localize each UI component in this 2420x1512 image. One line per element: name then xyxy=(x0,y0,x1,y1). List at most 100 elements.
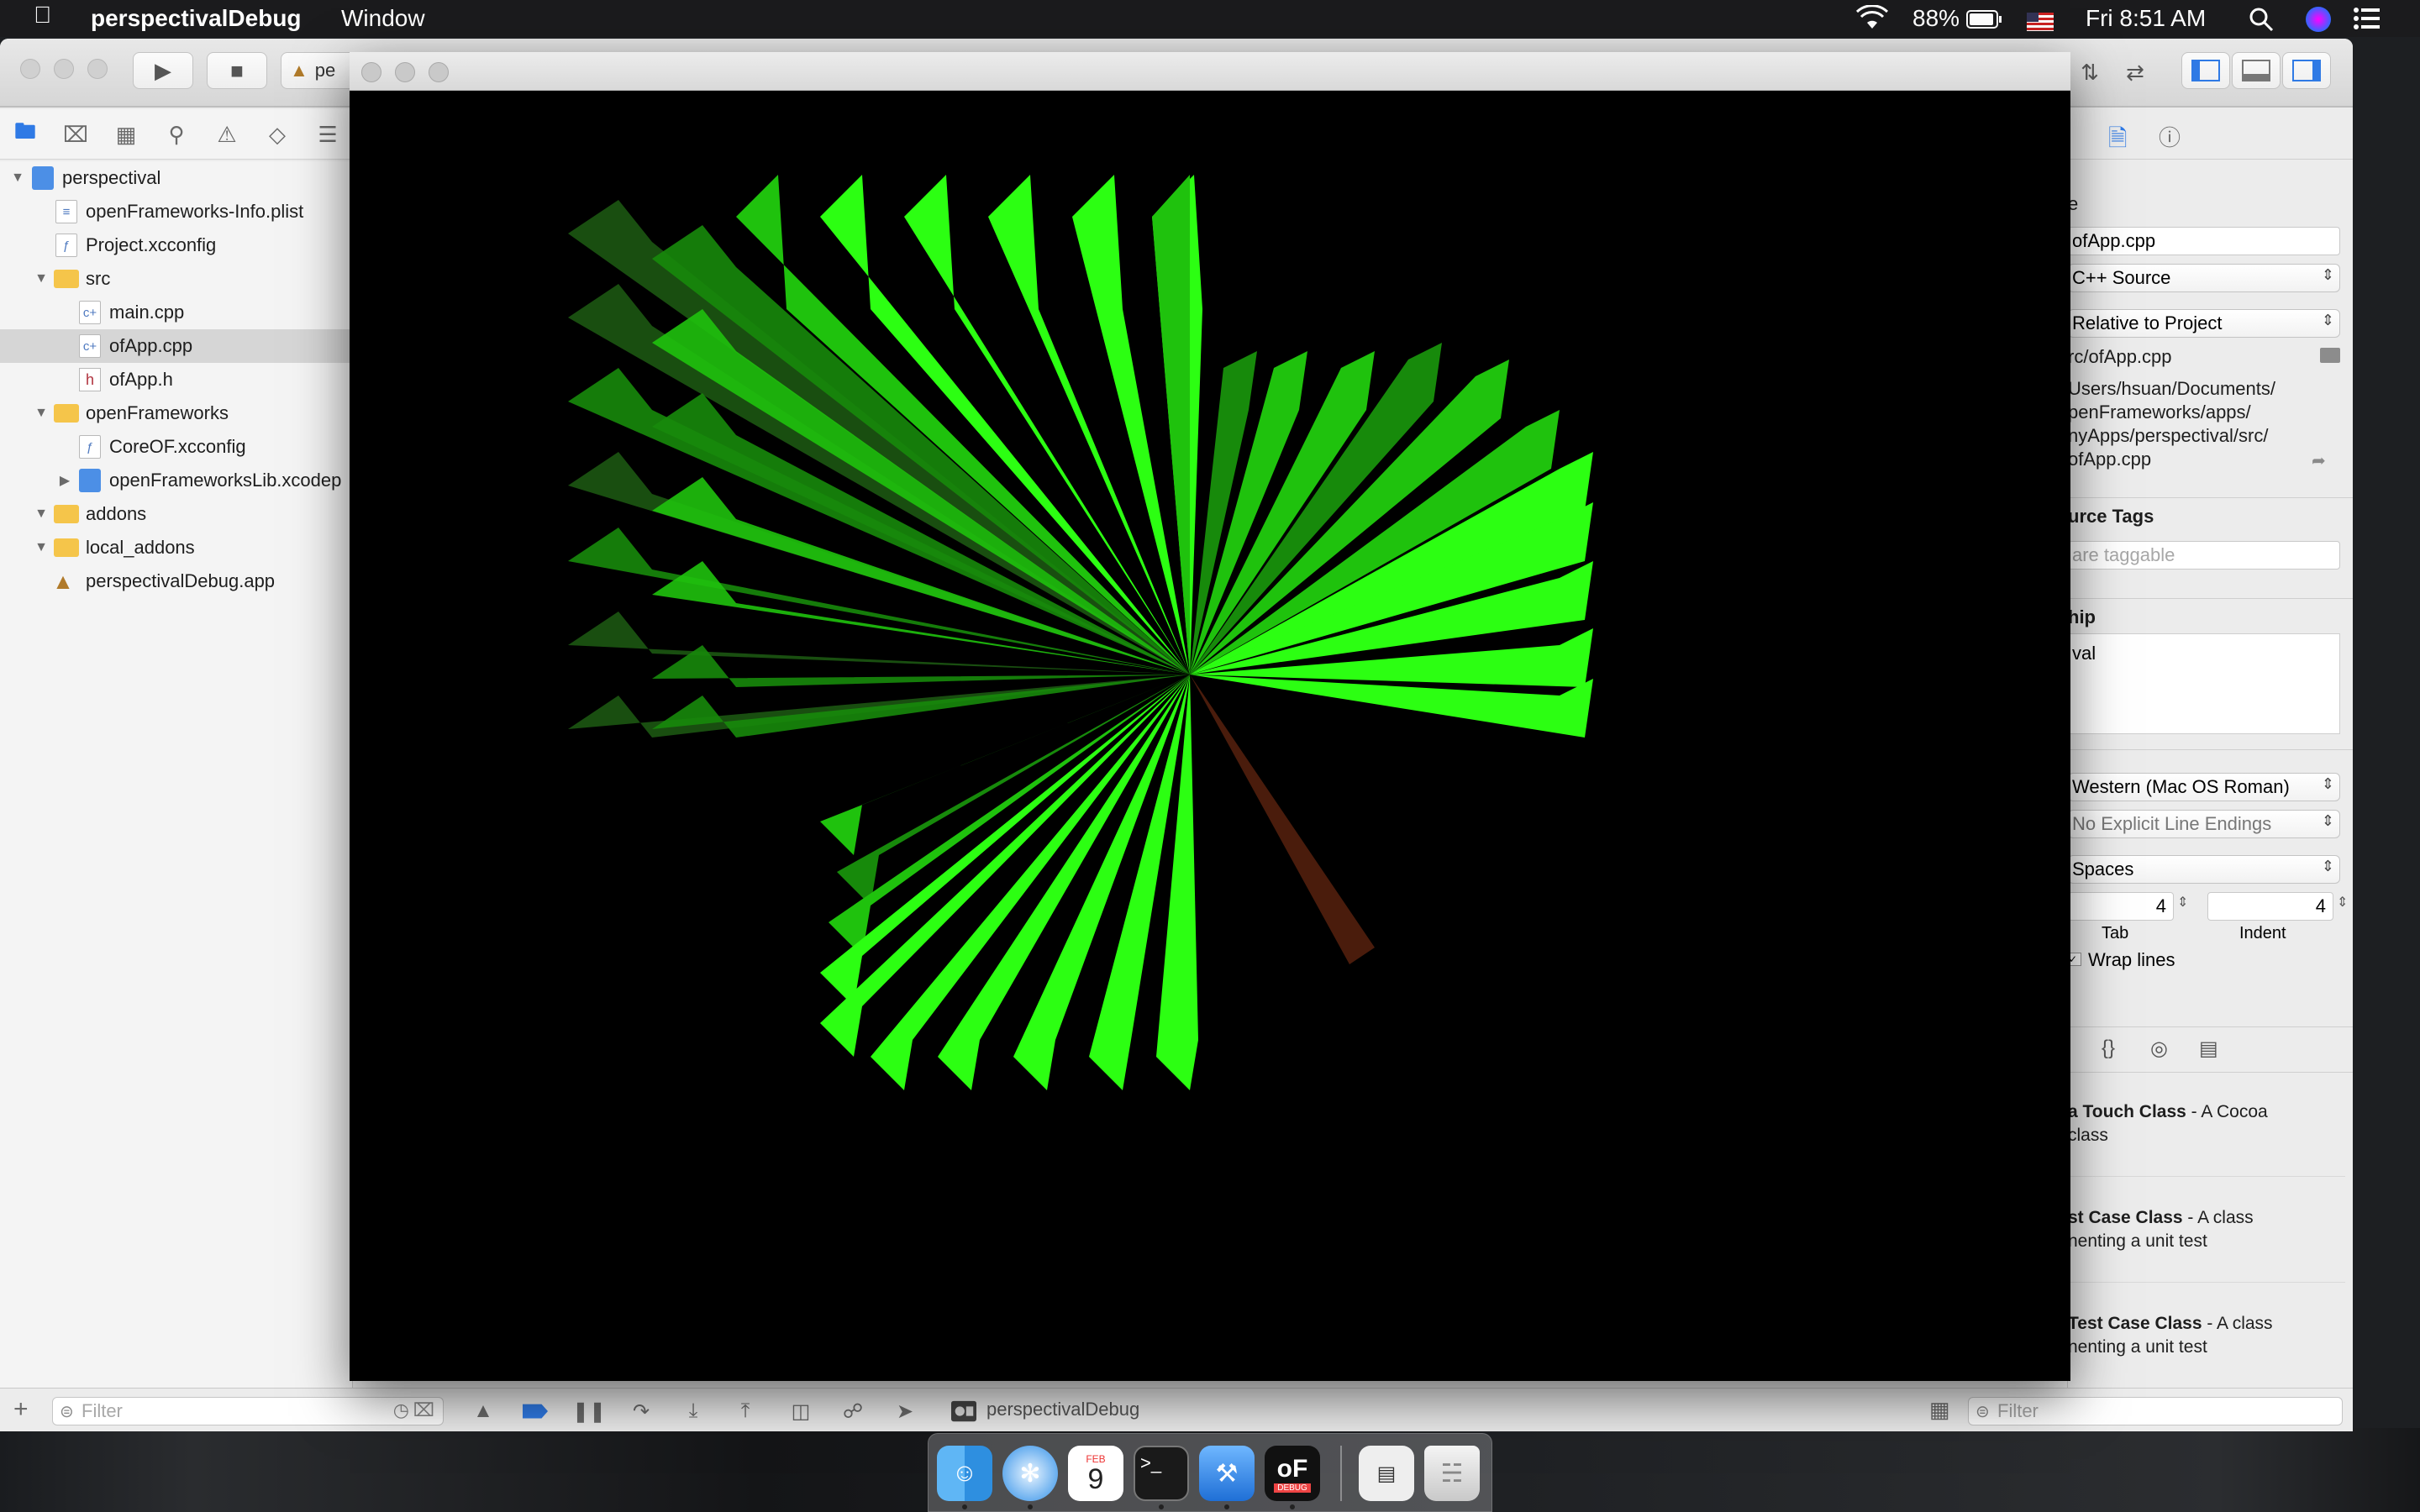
minimize-window-button[interactable] xyxy=(54,59,74,79)
source-control-icon[interactable]: ⌧ xyxy=(62,121,89,148)
tree-item-coreof-xcconfig[interactable]: ƒ CoreOF.xcconfig xyxy=(0,430,353,464)
text-encoding-popup[interactable]: Western (Mac OS Roman) ⇕ xyxy=(2068,773,2340,801)
tree-item-local-addons[interactable]: ▼ local_addons xyxy=(0,531,353,564)
apple-icon[interactable]:  xyxy=(34,2,51,29)
disclosure-closed-icon[interactable]: ▶ xyxy=(57,473,72,488)
pause-icon[interactable]: ❚❚ xyxy=(572,1399,606,1424)
tree-item-openframeworkslib[interactable]: ▶ openFrameworksLib.xcodep xyxy=(0,464,353,497)
view-debugger-icon[interactable]: ◫ xyxy=(788,1399,813,1424)
toggle-utilities-button[interactable] xyxy=(2282,52,2331,89)
zoom-window-button[interactable] xyxy=(429,62,449,82)
openframeworks-app-icon[interactable]: oF DEBUG xyxy=(1265,1446,1320,1501)
battery-percent[interactable]: 88% xyxy=(1912,5,1960,32)
zoom-window-button[interactable] xyxy=(87,59,108,79)
menu-app-name[interactable]: perspectivalDebug xyxy=(91,5,302,32)
location-popup[interactable]: Relative to Project ⇕ xyxy=(2068,309,2340,338)
file-name-field[interactable]: ofApp.cpp xyxy=(2068,227,2340,255)
source-control-filter-icon[interactable]: ⌧ xyxy=(413,1399,434,1421)
calendar-icon[interactable]: FEB 9 xyxy=(1068,1446,1123,1501)
disclosure-open-icon[interactable]: ▼ xyxy=(34,507,49,522)
close-window-button[interactable] xyxy=(361,62,381,82)
step-into-icon[interactable]: ⤓ xyxy=(681,1399,706,1424)
wifi-icon[interactable] xyxy=(1855,4,1889,36)
reveal-in-finder-arrow-icon[interactable]: ➦ xyxy=(2312,450,2326,471)
trash-icon[interactable]: ☵ xyxy=(1424,1446,1480,1501)
popup-arrows-icon: ⇕ xyxy=(2321,812,2334,829)
clock[interactable]: Fri 8:51 AM xyxy=(2086,5,2206,32)
compare-arrows-icon[interactable]: ⇄ xyxy=(2114,54,2156,91)
run-button[interactable]: ▶ xyxy=(133,52,193,89)
stop-button[interactable]: ■ xyxy=(207,52,267,89)
simulate-location-icon[interactable]: ➤ xyxy=(892,1399,918,1424)
add-plus-icon[interactable]: + xyxy=(13,1395,29,1424)
siri-icon[interactable] xyxy=(2304,5,2333,39)
tree-item-ofapp-h[interactable]: h ofApp.h xyxy=(0,363,353,396)
disclosure-open-icon[interactable]: ▼ xyxy=(10,171,25,186)
grid-view-icon[interactable]: ▦ xyxy=(1929,1397,1950,1423)
tab-stepper-icon[interactable]: ⇕ xyxy=(2177,894,2188,911)
render-canvas[interactable] xyxy=(350,91,2070,1381)
notification-center-icon[interactable] xyxy=(2353,7,2381,36)
file-inspector-icon[interactable]: 🗎 xyxy=(2108,121,2128,161)
downloads-stack-icon[interactable]: ▤ xyxy=(1359,1446,1414,1501)
tree-item-addons[interactable]: ▼ addons xyxy=(0,497,353,531)
xcode-icon[interactable]: ⚒ xyxy=(1199,1446,1255,1501)
debug-navigator-list-icon[interactable]: ☰ xyxy=(314,121,341,148)
issue-navigator-warning-icon[interactable]: ⚠ xyxy=(213,121,240,148)
project-navigator-folder-icon[interactable]: 🖿 xyxy=(12,118,39,148)
disclosure-open-icon[interactable]: ▼ xyxy=(34,406,49,421)
disclosure-open-icon[interactable]: ▼ xyxy=(34,271,49,286)
symbol-navigator-icon[interactable]: ▦ xyxy=(113,121,139,148)
quick-help-icon[interactable]: ⓘ xyxy=(2159,121,2181,152)
reveal-folder-icon[interactable] xyxy=(2320,348,2340,363)
tree-item-perspectival[interactable]: ▼ perspectival xyxy=(0,161,353,195)
battery-icon[interactable] xyxy=(1966,8,2003,35)
tree-item-info-plist[interactable]: ≡ openFrameworks-Info.plist xyxy=(0,195,353,228)
file-type-popup[interactable]: C++ Source ⇕ xyxy=(2068,264,2340,292)
library-item[interactable]: Test Case Class - A class nenting a unit… xyxy=(2068,1312,2345,1359)
tree-item-project-xcconfig[interactable]: ƒ Project.xcconfig xyxy=(0,228,353,262)
indent-stepper-icon[interactable]: ⇕ xyxy=(2337,894,2348,911)
flag-icon[interactable] xyxy=(2027,10,2054,37)
version-editor-icon[interactable]: ⇅ xyxy=(2069,54,2111,91)
memory-graph-icon[interactable]: ☍ xyxy=(840,1399,865,1424)
menu-window[interactable]: Window xyxy=(341,5,425,32)
toggle-navigator-button[interactable] xyxy=(2181,52,2230,89)
tree-item-main-cpp[interactable]: c+ main.cpp xyxy=(0,296,353,329)
scheme-selector[interactable]: ▲ pe xyxy=(281,52,356,89)
recent-files-clock-icon[interactable]: ◷ xyxy=(393,1399,409,1421)
object-library-icon[interactable]: ◎ xyxy=(2150,1037,2168,1061)
tab-width-field[interactable]: 4 xyxy=(2068,892,2174,921)
step-over-icon[interactable]: ↷ xyxy=(629,1399,654,1424)
library-item[interactable]: st Case Class - A class nenting a unit t… xyxy=(2068,1206,2345,1253)
tree-item-product-app[interactable]: ▲ perspectivalDebug.app xyxy=(0,564,353,598)
find-navigator-search-icon[interactable]: ⚲ xyxy=(163,121,190,148)
media-library-icon[interactable]: ▤ xyxy=(2199,1037,2218,1061)
tags-field[interactable]: are taggable xyxy=(2068,541,2340,570)
library-item[interactable]: a Touch Class - A Cocoa class xyxy=(2068,1100,2345,1147)
tree-item-ofapp-cpp[interactable]: c+ ofApp.cpp xyxy=(0,329,353,363)
navigator-filter-input[interactable]: ⊜ Filter ◷ ⌧ xyxy=(52,1397,444,1425)
safari-icon[interactable]: ✻ xyxy=(1002,1446,1058,1501)
breakpoints-toggle-icon[interactable] xyxy=(523,1399,548,1424)
tree-item-src[interactable]: ▼ src xyxy=(0,262,353,296)
disclosure-open-icon[interactable]: ▼ xyxy=(34,540,49,555)
step-out-icon[interactable]: ⤒ xyxy=(733,1399,758,1424)
indent-width-field[interactable]: 4 xyxy=(2207,892,2333,921)
spotlight-icon[interactable] xyxy=(2249,7,2274,38)
test-navigator-diamond-icon[interactable]: ◇ xyxy=(264,121,291,148)
code-snippet-library-icon[interactable]: {} xyxy=(2102,1037,2115,1060)
finder-icon[interactable]: ☺ xyxy=(937,1446,992,1501)
toggle-debug-area-button[interactable] xyxy=(2232,52,2281,89)
terminal-icon[interactable]: >_ xyxy=(1134,1446,1189,1501)
indent-using-popup[interactable]: Spaces ⇕ xyxy=(2068,855,2340,884)
tree-item-openframeworks[interactable]: ▼ openFrameworks xyxy=(0,396,353,430)
app-window-titlebar[interactable] xyxy=(350,52,2070,91)
close-window-button[interactable] xyxy=(20,59,40,79)
hide-debug-area-icon[interactable]: ▲ xyxy=(471,1399,496,1424)
library-filter-input[interactable]: ⊜ Filter xyxy=(1968,1397,2343,1425)
line-endings-popup[interactable]: No Explicit Line Endings ⇕ xyxy=(2068,810,2340,838)
process-label[interactable]: perspectivalDebug xyxy=(986,1399,1139,1420)
minimize-window-button[interactable] xyxy=(395,62,415,82)
membership-target[interactable]: val xyxy=(2072,643,2096,664)
